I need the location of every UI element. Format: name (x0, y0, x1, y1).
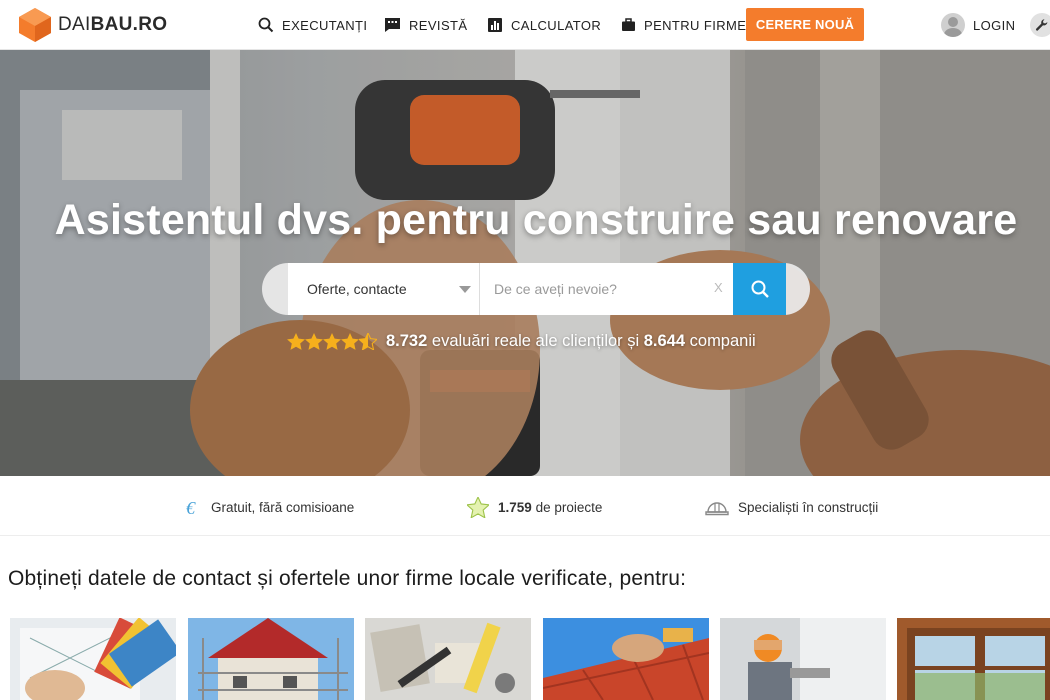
hero-banner: Asistentul dvs. pentru construire sau re… (0, 50, 1050, 476)
site-header: DAIBAU.RO EXECUTANȚI REVISTĂ CALCULATOR … (0, 0, 1050, 50)
card-renovation-tools[interactable] (365, 618, 531, 700)
logo-icon (18, 7, 52, 43)
star-icon (467, 496, 489, 518)
nav-calculator[interactable]: CALCULATOR (487, 14, 601, 36)
star-icon (323, 332, 341, 350)
card-roofing[interactable] (543, 618, 709, 700)
feature-specialists: Specialiști în construcții (705, 496, 878, 518)
star-icon (341, 332, 359, 350)
companies-text: companii (689, 331, 756, 350)
search-type-select[interactable]: Oferte, contacte (288, 263, 480, 315)
caret-down-icon (459, 286, 471, 293)
nav-executanti[interactable]: EXECUTANȚI (258, 14, 367, 36)
card-house-construction[interactable] (188, 618, 354, 700)
features-bar: € Gratuit, fără comisioane 1.759 de proi… (0, 476, 1050, 536)
bar-chart-icon (488, 18, 502, 32)
feature-free-text: Gratuit, fără comisioane (211, 499, 355, 515)
search-button[interactable] (733, 263, 786, 315)
feature-projects-text: de proiecte (535, 499, 603, 515)
star-icon (305, 332, 323, 350)
card-design[interactable] (10, 618, 176, 700)
clear-search-button[interactable]: X (714, 280, 723, 295)
euro-icon: € (186, 498, 196, 517)
nav-pentru-firme[interactable]: PENTRU FIRME (621, 14, 746, 36)
search-bar: Oferte, contacte X (262, 263, 810, 315)
helmet-icon (705, 502, 729, 516)
rating-summary: 8.732 evaluări reale ale clienților și 8… (287, 330, 756, 352)
card-finishing-works[interactable] (720, 618, 886, 700)
half-star-icon (359, 332, 377, 350)
logo[interactable]: DAIBAU.RO (18, 6, 167, 44)
feature-specialists-text: Specialiști în construcții (738, 499, 879, 515)
nav-revista[interactable]: REVISTĂ (384, 14, 467, 36)
nav-executanti-label: EXECUTANȚI (282, 17, 368, 33)
reviews-text: evaluări reale ale clienților și (431, 331, 640, 350)
section-title: Obțineți datele de contact și ofertele u… (8, 567, 687, 590)
search-icon (751, 280, 769, 298)
reviews-count: 8.732 (386, 331, 428, 350)
briefcase-icon (622, 18, 635, 31)
avatar-icon (941, 13, 965, 37)
card-windows[interactable] (897, 618, 1050, 700)
logo-text: DAIBAU.RO (58, 14, 168, 35)
wrench-icon[interactable] (1030, 13, 1050, 37)
nav-pentru-firme-label: PENTRU FIRME (644, 17, 747, 33)
projects-count: 1.759 (498, 499, 532, 515)
feature-projects: 1.759 de proiecte (467, 496, 602, 518)
search-input[interactable] (480, 263, 734, 315)
new-request-button[interactable]: CERERE NOUĂ (746, 8, 864, 41)
feature-free: € Gratuit, fără comisioane (184, 496, 354, 518)
login-label: LOGIN (973, 17, 1016, 33)
companies-count: 8.644 (643, 331, 686, 350)
rating-stars (287, 332, 377, 350)
nav-revista-label: REVISTĂ (409, 17, 468, 33)
svg-text:€: € (186, 498, 196, 517)
login-button[interactable]: LOGIN (941, 12, 1015, 38)
star-icon (287, 332, 305, 350)
search-icon (258, 17, 274, 33)
category-cards (10, 618, 1050, 700)
search-type-value: Oferte, contacte (307, 281, 407, 297)
nav-calculator-label: CALCULATOR (511, 17, 602, 33)
comment-icon (385, 18, 400, 32)
hero-title: Asistentul dvs. pentru construire sau re… (54, 196, 1018, 244)
